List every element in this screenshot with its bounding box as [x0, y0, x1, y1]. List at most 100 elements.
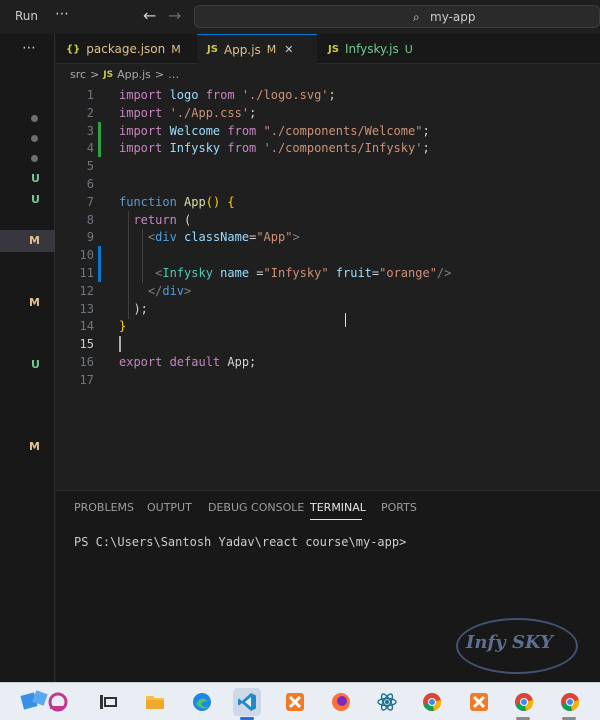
vscode-icon[interactable] — [233, 688, 261, 716]
code-line[interactable]: 3 import Welcome from "./components/Welco… — [56, 121, 600, 140]
tab-terminal[interactable]: TERMINAL — [310, 501, 366, 514]
code-token: './components/Infysky' — [263, 141, 423, 156]
chrome-icon[interactable] — [418, 688, 446, 716]
code-line[interactable]: 17 — [56, 371, 600, 389]
firefox-icon[interactable] — [327, 688, 355, 716]
code-token: './logo.svg' — [241, 88, 329, 102]
code-line[interactable]: 9 <div className="App"> — [56, 228, 600, 246]
active-tab-indicator — [310, 519, 362, 520]
code-line[interactable]: 6 — [56, 175, 600, 193]
line-number: 10 — [79, 248, 94, 263]
code-line[interactable]: 2 import './App.css'; — [56, 104, 600, 122]
line-number: 15 — [79, 337, 94, 352]
tab-label: package.json — [86, 42, 166, 56]
code-token: name — [220, 266, 257, 280]
line-number: 8 — [86, 212, 94, 227]
search-text: my-app — [430, 10, 476, 24]
breadcrumb-symbols[interactable]: … — [168, 68, 179, 81]
code-token: </ — [147, 283, 163, 298]
code-token: ; — [249, 105, 257, 120]
editor-tab-bar: {} package.json M JS App.js M ✕ JS Infys… — [56, 34, 600, 64]
views-more-icon[interactable]: ⋯ — [22, 40, 36, 56]
code-line[interactable]: 15 — [56, 335, 600, 353]
code-token: import — [119, 88, 170, 102]
code-editor[interactable]: 1 import logo from './logo.svg'; 2 import '… — [56, 86, 600, 486]
code-token: ); — [119, 301, 148, 316]
text-caret — [119, 336, 121, 352]
status-dot — [31, 155, 38, 162]
code-token: export — [119, 355, 170, 369]
xampp-icon[interactable] — [281, 688, 309, 716]
task-view-icon[interactable] — [94, 688, 122, 716]
code-token: "orange" — [379, 266, 437, 280]
mouse-text-cursor — [345, 313, 351, 327]
breadcrumb-file[interactable]: App.js — [117, 68, 151, 81]
title-bar: Run ⋯ ← → ⌕ my-app — [0, 0, 600, 34]
code-token: /> — [436, 266, 452, 280]
code-line[interactable]: 8 return ( — [56, 211, 600, 229]
code-token: "App" — [256, 230, 293, 245]
xampp-icon-2[interactable] — [465, 688, 493, 716]
git-change-marker — [98, 121, 101, 140]
code-line[interactable]: 4 import Infysky from './components/Infys… — [56, 139, 600, 158]
tab-problems[interactable]: PROBLEMS — [74, 501, 134, 514]
forward-arrow-icon[interactable]: → — [168, 6, 181, 25]
modified-marker: M — [29, 440, 40, 453]
breadcrumb-folder[interactable]: src — [70, 68, 86, 81]
code-line[interactable]: 14} — [56, 317, 600, 335]
close-icon[interactable]: ✕ — [284, 43, 293, 56]
react-devtools-icon[interactable] — [373, 688, 401, 716]
code-text: function App() { — [119, 193, 235, 211]
code-text: import Welcome from "./components/Welcom… — [119, 122, 430, 140]
code-token: div — [155, 230, 185, 245]
code-line[interactable]: 12 </div> — [56, 282, 600, 300]
tab-app-js[interactable]: JS App.js M ✕ — [197, 34, 317, 64]
code-line[interactable]: 13 ); — [56, 300, 600, 318]
code-line[interactable]: 5 — [56, 157, 600, 175]
chrome-icon-2[interactable] — [510, 688, 538, 716]
terminal-prompt[interactable]: PS C:\Users\Santosh Yadav\react course\m… — [74, 535, 406, 549]
tab-status: M — [266, 43, 277, 56]
tab-debug-console[interactable]: DEBUG CONSOLE — [208, 501, 304, 514]
code-token: import — [119, 105, 170, 120]
tab-output[interactable]: OUTPUT — [147, 501, 192, 514]
back-arrow-icon[interactable]: ← — [143, 6, 156, 25]
code-line[interactable]: 16 export default App; — [56, 353, 600, 371]
untracked-marker: U — [31, 193, 40, 206]
breadcrumb: src > JS App.js > … — [70, 68, 179, 81]
code-token: from — [227, 141, 264, 156]
tab-label: App.js — [223, 42, 261, 57]
breadcrumb-separator: > — [154, 68, 165, 81]
tab-ports[interactable]: PORTS — [381, 501, 417, 514]
tab-infysky-js[interactable]: JS Infysky.js U — [318, 34, 428, 64]
start-icon[interactable] — [16, 688, 76, 716]
run-menu[interactable]: Run — [15, 9, 38, 23]
command-center-search[interactable]: ⌕ my-app — [194, 5, 600, 28]
code-line[interactable]: 10 — [56, 246, 600, 265]
line-number: 14 — [79, 319, 94, 334]
line-number: 13 — [79, 301, 94, 316]
git-change-marker — [98, 139, 101, 158]
code-text: import logo from './logo.svg'; — [119, 86, 336, 104]
line-number: 3 — [86, 123, 94, 138]
code-token: App; — [227, 355, 257, 369]
code-line[interactable]: 1 import logo from './logo.svg'; — [56, 86, 600, 104]
code-token: import — [119, 123, 170, 138]
more-menu-icon[interactable]: ⋯ — [55, 6, 70, 22]
tab-package-json[interactable]: {} package.json M — [56, 34, 196, 64]
edge-icon[interactable] — [188, 688, 216, 716]
file-explorer-icon[interactable] — [141, 688, 169, 716]
code-token: fruit — [335, 266, 372, 280]
status-dot — [31, 115, 38, 122]
code-token: ( — [184, 212, 192, 227]
line-number: 11 — [79, 266, 94, 280]
watermark-logo: Infy SKY — [466, 632, 553, 653]
selected-file-row[interactable] — [0, 230, 55, 252]
chrome-icon-3[interactable] — [556, 688, 584, 716]
code-line[interactable]: 7 function App() { — [56, 193, 600, 211]
code-line[interactable]: 11 <Infysky name ="Infysky" fruit="orang… — [56, 264, 600, 282]
git-change-marker — [98, 264, 101, 282]
